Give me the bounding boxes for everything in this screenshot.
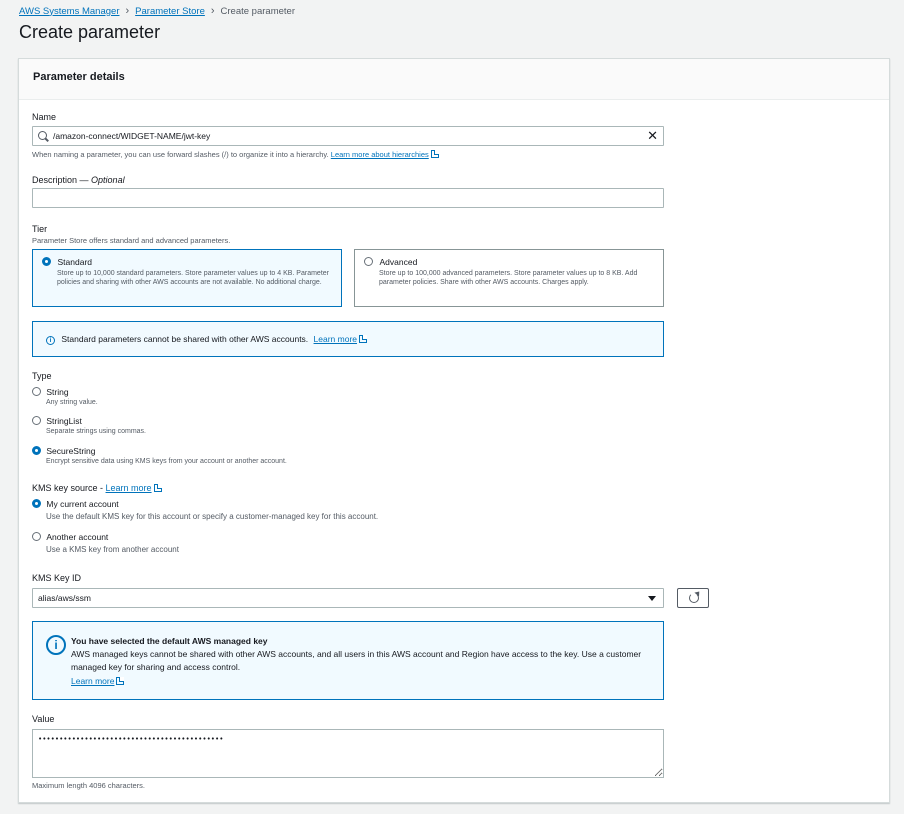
name-label: Name bbox=[32, 112, 57, 122]
external-link-icon bbox=[430, 150, 439, 158]
parameter-details-panel: Parameter details Name /amazon-connect/W… bbox=[18, 58, 890, 803]
radio-selected-icon bbox=[32, 499, 41, 508]
description-label-text: Description bbox=[32, 175, 78, 185]
radio-selected-icon bbox=[42, 257, 51, 266]
radio-unselected-icon bbox=[364, 257, 373, 266]
kms-source-label-text: KMS key source - bbox=[32, 483, 106, 493]
kms-key-label: KMS Key ID bbox=[32, 573, 82, 583]
kms-option-current-account[interactable]: My current account Use the default KMS k… bbox=[32, 499, 378, 521]
kms-key-select[interactable]: alias/aws/ssm bbox=[32, 588, 664, 608]
kms-another-title: Another account bbox=[46, 532, 109, 542]
caret-down-icon bbox=[648, 596, 656, 601]
breadcrumb-parameter-store[interactable]: Parameter Store bbox=[135, 6, 205, 17]
tier-advanced-tile[interactable]: Advanced Store up to 100,000 advanced pa… bbox=[354, 249, 664, 307]
breadcrumb-current: Create parameter bbox=[220, 5, 295, 17]
close-icon[interactable]: ✕ bbox=[647, 129, 658, 143]
tier-standard-title: Standard bbox=[57, 257, 93, 267]
kms-key-value: alias/aws/ssm bbox=[38, 593, 91, 603]
type-option-securestring[interactable]: SecureString Encrypt sensitive data usin… bbox=[32, 446, 287, 465]
tier-advanced-body: Store up to 100,000 advanced parameters.… bbox=[379, 270, 638, 286]
kms-current-desc: Use the default KMS key for this account… bbox=[46, 512, 379, 521]
search-icon bbox=[38, 131, 47, 140]
radio-unselected-icon bbox=[32, 532, 41, 541]
radio-unselected-icon bbox=[32, 416, 41, 425]
external-link-icon bbox=[359, 335, 368, 343]
info-icon: i bbox=[46, 336, 55, 345]
hierarchies-link[interactable]: Learn more about hierarchies bbox=[331, 150, 429, 159]
tier-learn-more-link[interactable]: Learn more bbox=[314, 334, 357, 344]
tier-info-alert: i Standard parameters cannot be shared w… bbox=[32, 321, 664, 357]
description-input[interactable] bbox=[32, 188, 664, 208]
type-string-desc: Any string value. bbox=[46, 399, 98, 406]
tier-standard-body: Store up to 10,000 standard parameters. … bbox=[57, 270, 329, 286]
name-value: /amazon-connect/WIDGET-NAME/jwt-key bbox=[53, 131, 211, 141]
kms-another-desc: Use a KMS key from another account bbox=[46, 545, 179, 554]
description-label: Description — Optional bbox=[32, 175, 125, 185]
type-option-string[interactable]: String Any string value. bbox=[32, 387, 98, 406]
type-stringlist-title: StringList bbox=[46, 416, 82, 426]
tier-advanced-title: Advanced bbox=[379, 257, 418, 267]
chevron-right-icon: › bbox=[210, 5, 215, 17]
info-icon: i bbox=[46, 635, 66, 655]
radio-selected-icon bbox=[32, 446, 41, 455]
tier-info-text: Standard parameters cannot be shared wit… bbox=[61, 334, 309, 344]
kms-source-label: KMS key source - Learn more bbox=[32, 483, 162, 493]
type-label: Type bbox=[32, 371, 52, 381]
name-field[interactable]: /amazon-connect/WIDGET-NAME/jwt-key ✕ bbox=[32, 126, 664, 146]
tier-label: Tier bbox=[32, 224, 48, 234]
kms-option-another-account[interactable]: Another account Use a KMS key from anoth… bbox=[32, 532, 179, 554]
external-link-icon bbox=[116, 677, 125, 685]
refresh-button[interactable] bbox=[677, 588, 709, 608]
breadcrumb-systems-manager[interactable]: AWS Systems Manager bbox=[19, 6, 119, 17]
tier-standard-tile[interactable]: Standard Store up to 10,000 standard par… bbox=[32, 249, 342, 307]
name-hint: When naming a parameter, you can use for… bbox=[32, 150, 439, 159]
kms-info-body: AWS managed keys cannot be shared with o… bbox=[71, 649, 642, 672]
breadcrumb: AWS Systems Manager › Parameter Store › … bbox=[19, 5, 295, 17]
kms-learn-more-link[interactable]: Learn more bbox=[106, 483, 152, 493]
type-securestring-title: SecureString bbox=[46, 446, 96, 456]
tier-desc: Parameter Store offers standard and adva… bbox=[32, 236, 231, 245]
value-textarea[interactable]: ••••••••••••••••••••••••••••••••••••••••… bbox=[32, 729, 664, 778]
optional-tag: Optional bbox=[91, 175, 125, 185]
value-label: Value bbox=[32, 714, 55, 724]
kms-info-title: You have selected the default AWS manage… bbox=[71, 636, 268, 646]
kms-info-learn-more-link[interactable]: Learn more bbox=[71, 676, 114, 686]
chevron-right-icon: › bbox=[125, 5, 130, 17]
panel-title: Parameter details bbox=[19, 59, 889, 100]
refresh-icon bbox=[689, 593, 699, 603]
type-stringlist-desc: Separate strings using commas. bbox=[46, 428, 146, 435]
page-title: Create parameter bbox=[19, 22, 161, 42]
type-securestring-desc: Encrypt sensitive data using KMS keys fr… bbox=[46, 458, 287, 465]
name-hint-text: When naming a parameter, you can use for… bbox=[32, 150, 329, 159]
kms-current-title: My current account bbox=[46, 499, 119, 509]
kms-info-alert: i You have selected the default AWS mana… bbox=[32, 621, 664, 700]
radio-unselected-icon bbox=[32, 387, 41, 396]
type-option-stringlist[interactable]: StringList Separate strings using commas… bbox=[32, 416, 146, 435]
value-hint: Maximum length 4096 characters. bbox=[32, 781, 145, 790]
type-string-title: String bbox=[46, 387, 69, 397]
external-link-icon bbox=[153, 484, 162, 492]
